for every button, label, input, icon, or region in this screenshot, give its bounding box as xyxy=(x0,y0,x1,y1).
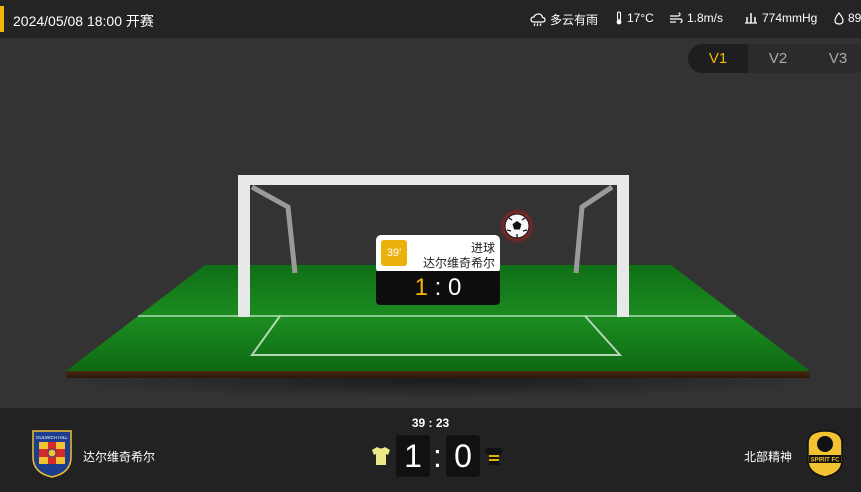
away-team-logo[interactable]: SPIRIT FC xyxy=(806,429,844,479)
pitch-soil-edge xyxy=(66,371,810,378)
away-score: 0 xyxy=(446,435,480,477)
match-clock: 39 : 23 xyxy=(411,416,450,430)
goal-post-right xyxy=(617,175,629,317)
goal-back-frame-right xyxy=(573,184,614,274)
event-team-label: 达尔维奇希尔 xyxy=(422,256,495,270)
home-team-name[interactable]: 达尔维奇希尔 xyxy=(83,448,155,465)
event-minute-badge: 39' xyxy=(381,240,407,266)
goal-post-left xyxy=(238,175,250,317)
goal-event-card: 39' 进球 达尔维奇希尔 xyxy=(376,235,500,273)
away-team-name[interactable]: 北部精神 xyxy=(744,448,792,465)
svg-text:DULWICH HILL: DULWICH HILL xyxy=(36,435,68,440)
svg-text:SPIRIT FC: SPIRIT FC xyxy=(810,458,840,464)
view-switcher: V1 V2 V3 xyxy=(688,44,861,73)
goal-crossbar xyxy=(238,175,628,185)
tab-v3[interactable]: V3 xyxy=(808,44,861,73)
away-jersey-icon xyxy=(485,447,503,465)
event-scoreline: 1 : 0 xyxy=(376,271,500,305)
home-score: 1 xyxy=(396,435,430,477)
home-jersey-icon xyxy=(372,447,390,465)
home-team-logo[interactable]: DULWICH HILL xyxy=(31,429,73,479)
tab-v1[interactable]: V1 xyxy=(688,44,748,73)
scoreboard: 39 : 23 DULWICH HILL 达尔维奇希尔 1 : 0 北部精神 S… xyxy=(0,408,861,492)
event-score-separator: : xyxy=(434,274,442,301)
event-score-home: 1 xyxy=(414,274,428,301)
score-separator: : xyxy=(433,438,442,474)
soccer-ball-icon xyxy=(504,213,530,239)
goal-back-frame-left xyxy=(250,184,298,274)
tab-v2[interactable]: V2 xyxy=(748,44,808,73)
event-score-away: 0 xyxy=(448,274,462,301)
